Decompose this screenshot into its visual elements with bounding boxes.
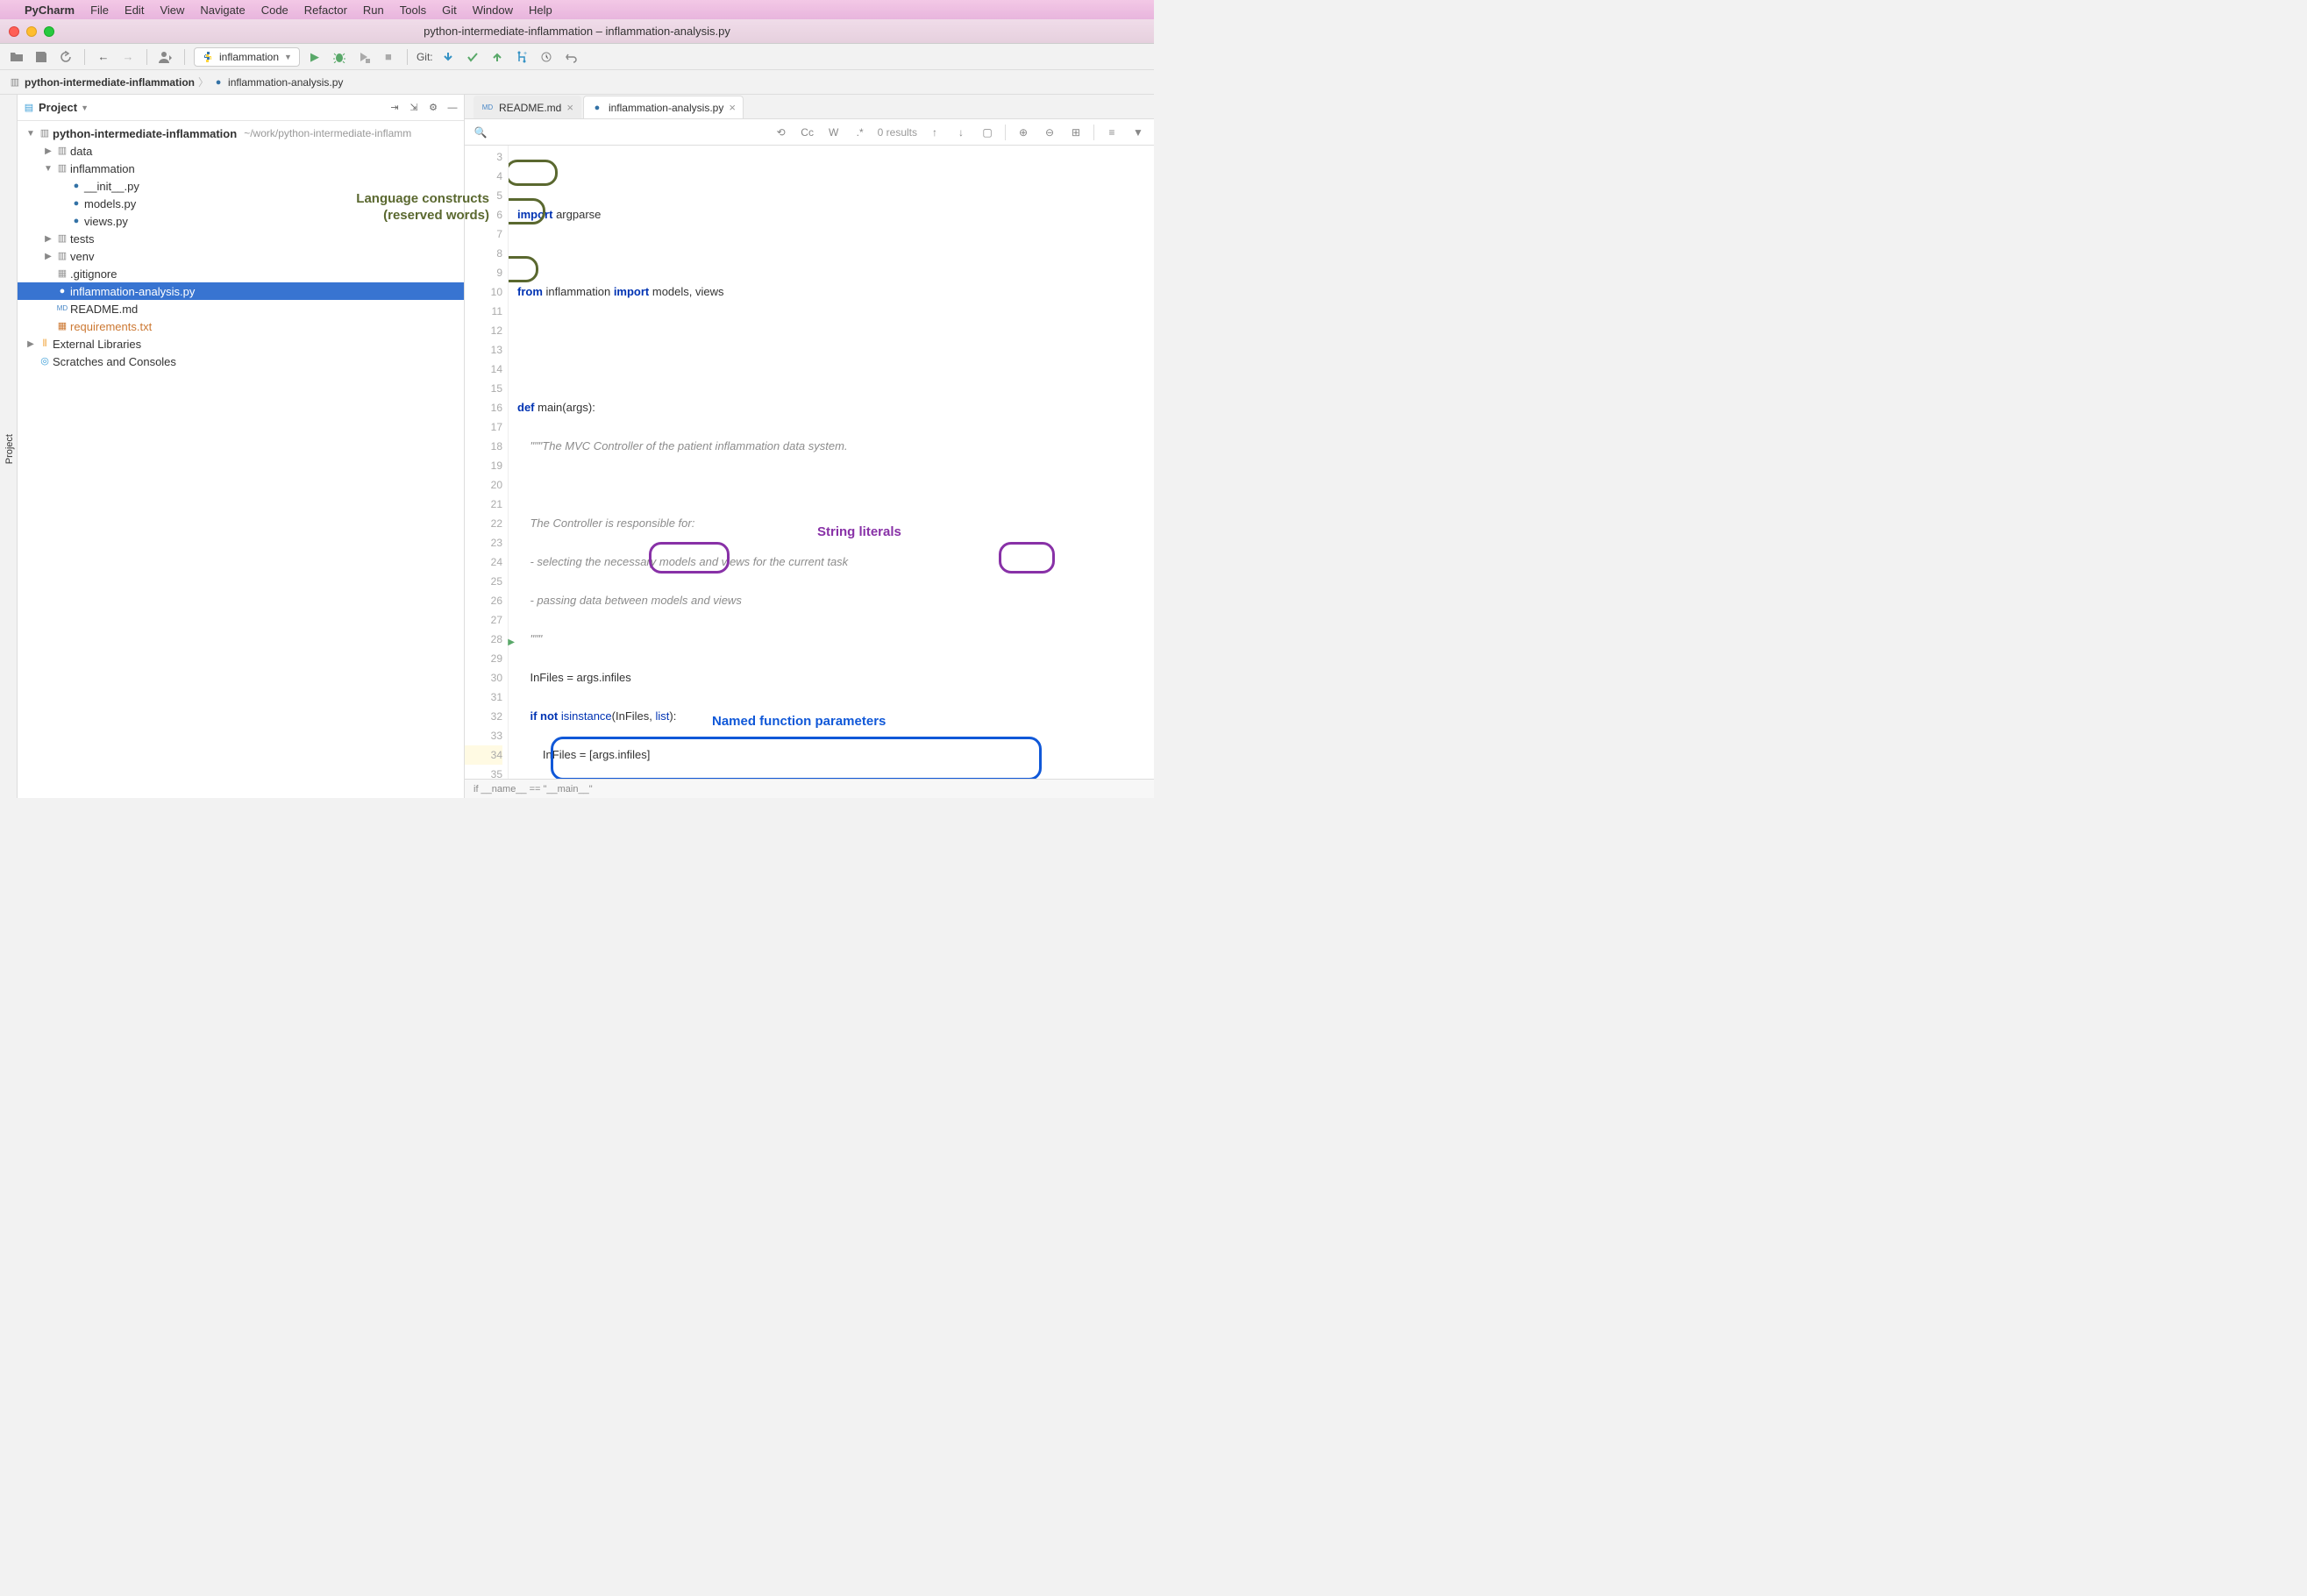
debug-button[interactable] (330, 47, 349, 67)
tree-inflammation[interactable]: ▼▥inflammation (18, 160, 464, 177)
search-icon[interactable]: 🔍 (472, 126, 489, 139)
tree-requirements[interactable]: ▦requirements.txt (18, 317, 464, 335)
left-tool-window-tabs: Project Pull Requests Structure Favorite… (0, 95, 18, 798)
select-all-button[interactable]: ▢ (979, 126, 996, 139)
tree-views[interactable]: ●views.py (18, 212, 464, 230)
menu-file[interactable]: File (90, 4, 109, 17)
project-label[interactable]: Project (39, 101, 77, 114)
tree-venv[interactable]: ▶▥venv (18, 247, 464, 265)
git-rollback-button[interactable] (561, 47, 580, 67)
chevron-down-icon: ▼ (284, 53, 292, 61)
menu-run[interactable]: Run (363, 4, 384, 17)
breadcrumb-project[interactable]: ▥ python-intermediate-inflammation (9, 76, 195, 89)
find-input[interactable] (498, 123, 764, 142)
git-history-button[interactable] (537, 47, 556, 67)
regex-button[interactable]: .* (851, 126, 869, 139)
window-controls (9, 26, 54, 37)
main-toolbar: ← → inflammation ▼ ▶ ■ Git: + (0, 44, 1154, 70)
stop-button[interactable]: ■ (379, 47, 398, 67)
macos-menubar: PyCharm File Edit View Navigate Code Ref… (0, 0, 1154, 19)
git-commit-button[interactable] (463, 47, 482, 67)
save-button[interactable] (32, 47, 51, 67)
tree-scratches[interactable]: ◎Scratches and Consoles (18, 353, 464, 370)
find-results-count: 0 results (878, 126, 917, 139)
close-window-button[interactable] (9, 26, 19, 37)
remove-selection-button[interactable]: ⊖ (1041, 126, 1058, 139)
tree-data[interactable]: ▶▥data (18, 142, 464, 160)
window-titlebar: python-intermediate-inflammation – infla… (0, 19, 1154, 44)
tree-readme[interactable]: MDREADME.md (18, 300, 464, 317)
git-push-button[interactable] (488, 47, 507, 67)
breadcrumb-file[interactable]: ● inflammation-analysis.py (212, 76, 343, 89)
open-button[interactable] (7, 47, 26, 67)
tree-tests[interactable]: ▶▥tests (18, 230, 464, 247)
git-pull-button[interactable] (438, 47, 458, 67)
tree-analysis[interactable]: ●inflammation-analysis.py (18, 282, 464, 300)
tab-project[interactable]: Project (3, 429, 17, 469)
tab-readme[interactable]: MDREADME.md× (474, 96, 581, 118)
user-button[interactable] (156, 47, 175, 67)
project-tree[interactable]: ▼▥python-intermediate-inflammation~/work… (18, 121, 464, 374)
tab-analysis[interactable]: ●inflammation-analysis.py× (583, 96, 744, 118)
close-icon[interactable]: × (566, 101, 573, 114)
back-button[interactable]: ← (94, 47, 113, 67)
tree-init[interactable]: ●__init__.py (18, 177, 464, 195)
app-name[interactable]: PyCharm (25, 4, 75, 17)
toggle-button[interactable]: ≡ (1103, 126, 1121, 139)
words-button[interactable]: W (825, 126, 843, 139)
tree-external-libs[interactable]: ▶⫴External Libraries (18, 335, 464, 353)
select-opened-file-button[interactable]: ⇥ (388, 102, 401, 114)
run-button[interactable]: ▶ (305, 47, 324, 67)
filter-icon[interactable]: ▼ (1129, 126, 1147, 139)
project-tool-window: ▤ Project ▼ ⇥ ⇲ ⚙ — ▼▥python-intermediat… (18, 95, 465, 798)
menu-view[interactable]: View (160, 4, 184, 17)
settings-icon[interactable]: ⚙ (427, 102, 439, 114)
svg-text:+: + (523, 51, 527, 57)
menu-navigate[interactable]: Navigate (200, 4, 245, 17)
code-editor[interactable]: import argparse from inflammation import… (509, 146, 1154, 779)
close-icon[interactable]: × (729, 101, 736, 114)
tree-gitignore[interactable]: ▦.gitignore (18, 265, 464, 282)
line-gutter[interactable]: 345678 91011121314 151617181920 21222324… (465, 146, 509, 779)
next-match-button[interactable]: ↓ (952, 126, 970, 139)
run-config-name: inflammation (219, 51, 279, 63)
project-view-icon: ▤ (23, 102, 35, 114)
menu-tools[interactable]: Tools (400, 4, 426, 17)
menu-edit[interactable]: Edit (125, 4, 144, 17)
editor-area: MDREADME.md× ●inflammation-analysis.py× … (465, 95, 1154, 798)
hide-button[interactable]: — (446, 102, 459, 114)
maximize-window-button[interactable] (44, 26, 54, 37)
tree-root[interactable]: ▼▥python-intermediate-inflammation~/work… (18, 125, 464, 142)
forward-button[interactable]: → (118, 47, 138, 67)
nav-breadcrumb: ▥ python-intermediate-inflammation 〉 ● i… (0, 70, 1154, 95)
expand-all-button[interactable]: ⇲ (408, 102, 420, 114)
refresh-button[interactable] (56, 47, 75, 67)
pin-icon[interactable]: ⟲ (773, 126, 790, 139)
menu-refactor[interactable]: Refactor (304, 4, 347, 17)
git-label: Git: (417, 51, 433, 63)
git-new-branch-button[interactable]: + (512, 47, 531, 67)
menu-code[interactable]: Code (261, 4, 288, 17)
breadcrumb-bottom[interactable]: if __name__ == "__main__" (465, 779, 1154, 798)
select-all-occ-button[interactable]: ⊞ (1067, 126, 1085, 139)
tree-models[interactable]: ●models.py (18, 195, 464, 212)
menu-help[interactable]: Help (529, 4, 552, 17)
chevron-down-icon[interactable]: ▼ (81, 103, 89, 112)
window-title: python-intermediate-inflammation – infla… (424, 25, 730, 38)
python-icon (202, 51, 214, 63)
python-file-icon: ● (212, 76, 224, 89)
run-configuration-selector[interactable]: inflammation ▼ (194, 47, 300, 67)
minimize-window-button[interactable] (26, 26, 37, 37)
run-with-coverage-button[interactable] (354, 47, 374, 67)
find-bar: 🔍 ⟲ Cc W .* 0 results ↑ ↓ ▢ ⊕ ⊖ ⊞ ≡ ▼ (465, 119, 1154, 146)
add-selection-button[interactable]: ⊕ (1015, 126, 1032, 139)
prev-match-button[interactable]: ↑ (926, 126, 943, 139)
editor-tabs: MDREADME.md× ●inflammation-analysis.py× (465, 95, 1154, 119)
match-case-button[interactable]: Cc (799, 126, 816, 139)
menu-window[interactable]: Window (473, 4, 513, 17)
menu-git[interactable]: Git (442, 4, 457, 17)
folder-icon: ▥ (9, 76, 21, 89)
